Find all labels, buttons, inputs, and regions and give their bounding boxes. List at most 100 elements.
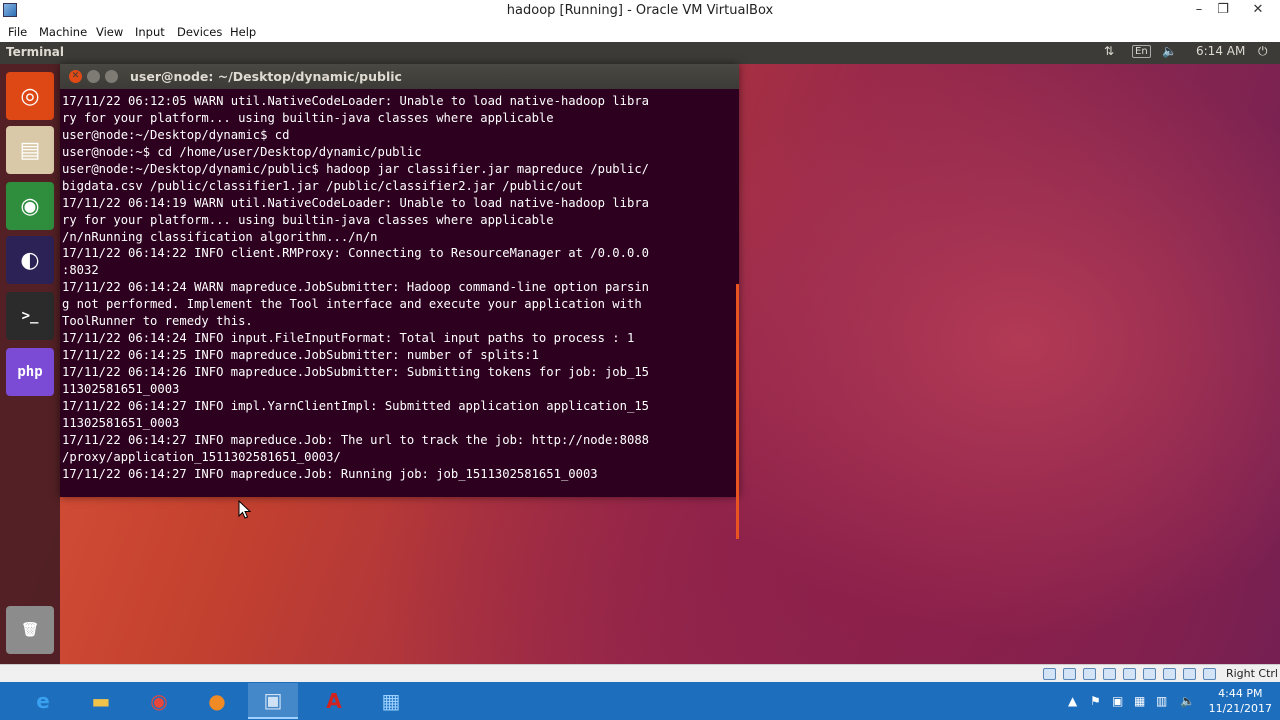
terminal-line: 11302581651_0003 (62, 415, 180, 430)
trash-icon: 🗑 (21, 622, 39, 638)
mouse-integration-icon[interactable] (1203, 668, 1216, 680)
terminal-line: ry for your platform... using builtin-ja… (62, 110, 554, 125)
terminal-line: 17/11/22 06:14:27 INFO mapreduce.Job: Ru… (62, 466, 598, 481)
terminal-line: user@node:~$ cd /home/user/Desktop/dynam… (62, 144, 422, 159)
display-icon[interactable] (1163, 668, 1176, 680)
phpstorm-icon: php (17, 364, 43, 380)
terminal-icon: >_ (21, 308, 39, 324)
taskbar-internet-explorer[interactable]: e (18, 683, 68, 719)
shared-folders-icon[interactable] (1143, 668, 1156, 680)
menu-devices[interactable]: Devices (177, 25, 222, 39)
taskbar-firefox[interactable]: ● (192, 683, 242, 719)
menu-machine[interactable]: Machine (39, 25, 87, 39)
terminal-minimize-button[interactable] (87, 70, 100, 83)
host-key-label: Right Ctrl (1225, 667, 1278, 680)
terminal-scroll-indicator[interactable] (736, 284, 739, 539)
eclipse-icon: ◐ (20, 247, 40, 273)
terminal-line: user@node:~/Desktop/dynamic/public$ hado… (62, 161, 649, 176)
terminal-maximize-button[interactable] (105, 70, 118, 83)
volume-icon[interactable]: 🔈 (1162, 44, 1177, 58)
tray-app-icon[interactable]: ▣ (1112, 694, 1123, 708)
terminal-line: 17/11/22 06:14:24 INFO input.FileInputFo… (62, 331, 635, 346)
menu-input[interactable]: Input (135, 25, 165, 39)
terminal-line: 17/11/22 06:14:26 INFO mapreduce.JobSubm… (62, 365, 649, 379)
virtualbox-status-bar: Right Ctrl (0, 664, 1280, 682)
taskbar-file-explorer[interactable]: ▬ (76, 683, 126, 719)
internet-explorer-icon: e (36, 689, 50, 713)
remote-app-icon: ▦ (381, 689, 401, 713)
terminal-line: :8032 (62, 263, 99, 278)
terminal-line: 17/11/22 06:14:19 WARN util.NativeCodeLo… (62, 195, 649, 210)
launcher-ubuntu-dash[interactable]: ◎ (6, 72, 54, 120)
host-titlebar: hadoop [Running] - Oracle VM VirtualBox … (0, 0, 1280, 22)
terminal-line: 17/11/22 06:14:27 INFO impl.YarnClientIm… (62, 398, 649, 413)
terminal-line: 17/11/22 06:12:05 WARN util.NativeCodeLo… (62, 94, 649, 108)
chrome-icon: ◉ (150, 689, 168, 713)
clock-date: 11/21/2017 (1208, 702, 1272, 715)
acrobat-icon: A (326, 689, 342, 713)
taskbar-chrome[interactable]: ◉ (134, 683, 184, 719)
terminal-line: ToolRunner to remedy this. (62, 314, 253, 329)
panel-app-title: Terminal (6, 45, 65, 59)
hard-disk-icon[interactable] (1043, 668, 1056, 680)
ubuntu-top-panel: Terminal ⇅ En 🔈 6:14 AM ⏻ (0, 42, 1280, 64)
launcher-chrome[interactable]: ◉ (6, 182, 54, 230)
firefox-icon: ● (208, 689, 226, 713)
launcher-eclipse[interactable]: ◐ (6, 236, 54, 284)
launcher-phpstorm[interactable]: php (6, 348, 54, 396)
tray-virtualbox-icon[interactable]: ▦ (1134, 694, 1145, 708)
audio-icon[interactable] (1083, 668, 1096, 680)
launcher-files[interactable]: ▤ (6, 126, 54, 174)
ubuntu-launcher: ◎ ▤ ◉ ◐ >_ php 🗑 (0, 64, 60, 664)
host-window-title: hadoop [Running] - Oracle VM VirtualBox (506, 3, 774, 18)
terminal-line: 17/11/22 06:14:22 INFO client.RMProxy: C… (62, 246, 649, 261)
ubuntu-logo-icon: ◎ (20, 83, 40, 109)
keyboard-layout-indicator[interactable]: En (1132, 45, 1151, 58)
taskbar-acrobat[interactable]: A (309, 683, 359, 719)
guest-display[interactable]: Terminal ⇅ En 🔈 6:14 AM ⏻ ◎ ▤ ◉ ◐ >_ php… (0, 42, 1280, 664)
taskbar-virtualbox[interactable]: ▣ (248, 683, 298, 719)
files-icon: ▤ (19, 137, 41, 163)
terminal-line: 17/11/22 06:14:24 WARN mapreduce.JobSubm… (62, 280, 649, 295)
terminal-line: /proxy/application_1511302581651_0003/ (62, 449, 341, 464)
optical-drive-icon[interactable] (1063, 668, 1076, 680)
launcher-trash[interactable]: 🗑 (6, 606, 54, 654)
menu-help[interactable]: Help (230, 25, 256, 39)
terminal-titlebar[interactable]: ✕ user@node: ~/Desktop/dynamic/public (60, 64, 739, 89)
show-hidden-icons-icon[interactable]: ▲ (1068, 694, 1077, 708)
terminal-line: 11302581651_0003 (62, 381, 180, 396)
terminal-line: user@node:~/Desktop/dynamic$ cd (62, 127, 290, 142)
tray-flag-icon[interactable]: ⚑ (1090, 694, 1101, 708)
panel-clock[interactable]: 6:14 AM (1196, 44, 1245, 58)
menu-file[interactable]: File (8, 25, 27, 39)
close-button[interactable]: ✕ (1243, 0, 1273, 22)
terminal-line: bigdata.csv /public/classifier1.jar /pub… (62, 178, 583, 193)
video-capture-icon[interactable] (1183, 668, 1196, 680)
network-adapter-icon[interactable] (1103, 668, 1116, 680)
launcher-terminal[interactable]: >_ (6, 292, 54, 340)
restore-button[interactable]: ❐ (1208, 0, 1238, 22)
host-menubar: File Machine View Input Devices Help (0, 22, 1280, 42)
chrome-icon: ◉ (20, 193, 40, 219)
clock-time: 4:44 PM (1218, 687, 1263, 700)
terminal-title: user@node: ~/Desktop/dynamic/public (130, 69, 402, 84)
tray-volume-icon[interactable]: 🔈 (1180, 694, 1195, 708)
terminal-window[interactable]: ✕ user@node: ~/Desktop/dynamic/public 17… (60, 64, 739, 539)
terminal-line: g not performed. Implement the Tool inte… (62, 297, 642, 312)
terminal-close-button[interactable]: ✕ (69, 70, 82, 83)
mouse-cursor-icon (238, 500, 252, 519)
windows-taskbar: e ▬ ◉ ● ▣ A ▦ ▲ ⚑ ▣ ▦ ▥ 🔈 4:44 PM 11/21/… (0, 682, 1280, 720)
terminal-line: ry for your platform... using builtin-ja… (62, 212, 554, 227)
network-icon[interactable]: ⇅ (1104, 44, 1114, 58)
terminal-output[interactable]: 17/11/22 06:12:05 WARN util.NativeCodeLo… (62, 93, 738, 493)
terminal-line: /n/nRunning classification algorithm.../… (62, 229, 378, 244)
menu-view[interactable]: View (96, 25, 123, 39)
usb-icon[interactable] (1123, 668, 1136, 680)
terminal-line: 17/11/22 06:14:25 INFO mapreduce.JobSubm… (62, 348, 539, 363)
taskbar-remote-app[interactable]: ▦ (366, 683, 416, 719)
tray-network-icon[interactable]: ▥ (1156, 694, 1167, 708)
file-explorer-icon: ▬ (91, 689, 111, 713)
taskbar-clock[interactable]: 4:44 PM 11/21/2017 (1209, 686, 1272, 716)
terminal-line: 17/11/22 06:14:27 INFO mapreduce.Job: Th… (62, 432, 649, 447)
power-icon[interactable]: ⏻ (1258, 44, 1268, 59)
